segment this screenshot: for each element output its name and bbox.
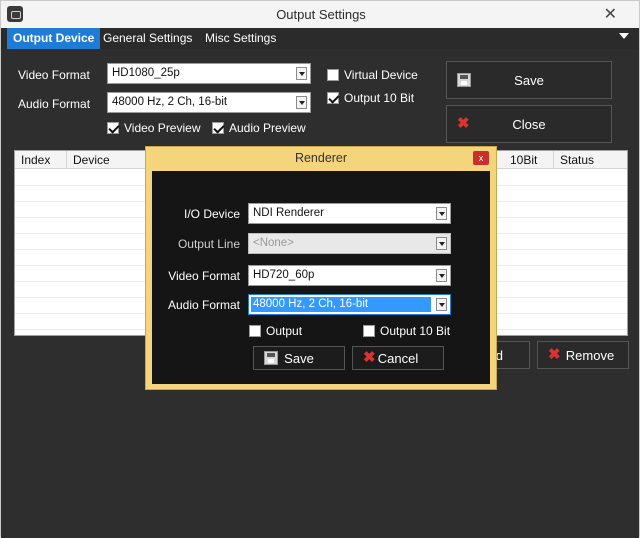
virtual-device-checkbox[interactable]: Virtual Device <box>327 68 418 82</box>
chevron-down-icon <box>436 207 447 220</box>
dialog-cancel-button[interactable]: ✖ Cancel <box>352 346 444 370</box>
remove-button[interactable]: ✖ Remove <box>537 341 629 369</box>
video-preview-checkbox[interactable]: Video Preview <box>107 121 201 135</box>
close-button-label: Close <box>512 116 546 132</box>
remove-button-label: Remove <box>565 347 615 363</box>
dialog-cancel-label: Cancel <box>377 350 419 366</box>
column-header-index[interactable]: Index <box>15 151 67 169</box>
chevron-down-icon <box>296 67 307 80</box>
checkbox-icon <box>249 325 261 337</box>
chevron-down-icon <box>436 269 447 282</box>
checkbox-icon <box>327 69 339 81</box>
chevron-down-icon <box>296 96 307 109</box>
save-disk-icon <box>264 351 278 365</box>
dialog-audio-format-value: 48000 Hz, 2 Ch, 16-bit <box>251 297 431 312</box>
checkbox-checked-icon <box>107 122 119 134</box>
output-line-value: <None> <box>253 237 294 249</box>
audio-format-select[interactable]: 48000 Hz, 2 Ch, 16-bit <box>107 92 311 113</box>
io-device-value: NDI Renderer <box>253 207 324 219</box>
io-device-label: I/O Device <box>183 207 240 221</box>
cancel-icon: ✖ <box>363 349 376 366</box>
dialog-close-icon[interactable]: x <box>473 151 489 165</box>
tab-overflow-icon[interactable] <box>619 33 629 39</box>
dialog-video-format-select[interactable]: HD720_60p <box>248 265 451 286</box>
virtual-device-label: Virtual Device <box>344 68 418 82</box>
dialog-save-button[interactable]: Save <box>253 346 345 370</box>
column-header-device[interactable]: Device <box>67 151 157 169</box>
dialog-output-10bit-checkbox[interactable]: Output 10 Bit <box>363 324 450 338</box>
tab-bar: Output Device General Settings Misc Sett… <box>1 28 639 49</box>
tab-output-device[interactable]: Output Device <box>7 28 101 49</box>
column-header-status[interactable]: Status <box>554 151 627 169</box>
dialog-video-format-label: Video Format <box>168 269 240 283</box>
video-format-select[interactable]: HD1080_25p <box>107 63 311 84</box>
remove-icon: ✖ <box>548 346 561 363</box>
save-button-label: Save <box>514 72 544 88</box>
dialog-audio-format-select[interactable]: 48000 Hz, 2 Ch, 16-bit <box>248 294 451 315</box>
dialog-output-checkbox[interactable]: Output <box>249 324 302 338</box>
save-disk-icon <box>457 73 471 87</box>
close-icon: ✖ <box>457 115 470 132</box>
output-10bit-label: Output 10 Bit <box>344 91 415 105</box>
dialog-audio-format-label: Audio Format <box>167 298 240 312</box>
title-bar: Output Settings ✕ <box>1 1 639 27</box>
checkbox-icon <box>363 325 375 337</box>
output-line-select: <None> <box>248 233 451 254</box>
save-button[interactable]: Save <box>446 61 612 99</box>
audio-preview-label: Audio Preview <box>229 121 306 135</box>
video-format-label: Video Format <box>18 68 90 82</box>
dialog-save-label: Save <box>284 350 314 366</box>
dialog-output-label: Output <box>266 324 303 338</box>
video-preview-label: Video Preview <box>124 121 201 135</box>
video-format-value: HD1080_25p <box>112 67 180 79</box>
audio-preview-checkbox[interactable]: Audio Preview <box>212 121 306 135</box>
dialog-video-format-value: HD720_60p <box>253 269 315 281</box>
tab-misc-settings[interactable]: Misc Settings <box>199 28 282 49</box>
window-close-icon[interactable]: ✕ <box>604 4 617 24</box>
renderer-dialog: Renderer x I/O Device NDI Renderer Outpu… <box>145 146 497 390</box>
chevron-down-icon <box>436 298 447 311</box>
output-10bit-checkbox[interactable]: Output 10 Bit <box>327 91 414 105</box>
dialog-output-10bit-label: Output 10 Bit <box>380 324 451 338</box>
io-device-select[interactable]: NDI Renderer <box>248 203 451 224</box>
checkbox-checked-icon <box>212 122 224 134</box>
audio-format-label: Audio Format <box>18 97 91 111</box>
checkbox-checked-icon <box>327 92 339 104</box>
audio-format-value: 48000 Hz, 2 Ch, 16-bit <box>112 96 228 108</box>
chevron-down-icon <box>436 237 447 250</box>
close-button[interactable]: ✖ Close <box>446 105 612 143</box>
tab-general-settings[interactable]: General Settings <box>97 28 198 49</box>
output-line-label: Output Line <box>177 237 240 251</box>
dialog-title: Renderer <box>294 151 348 165</box>
column-header-10bit[interactable]: 10Bit <box>504 151 554 169</box>
window-title: Output Settings <box>276 7 366 22</box>
dialog-body: I/O Device NDI Renderer Output Line <Non… <box>152 171 490 384</box>
